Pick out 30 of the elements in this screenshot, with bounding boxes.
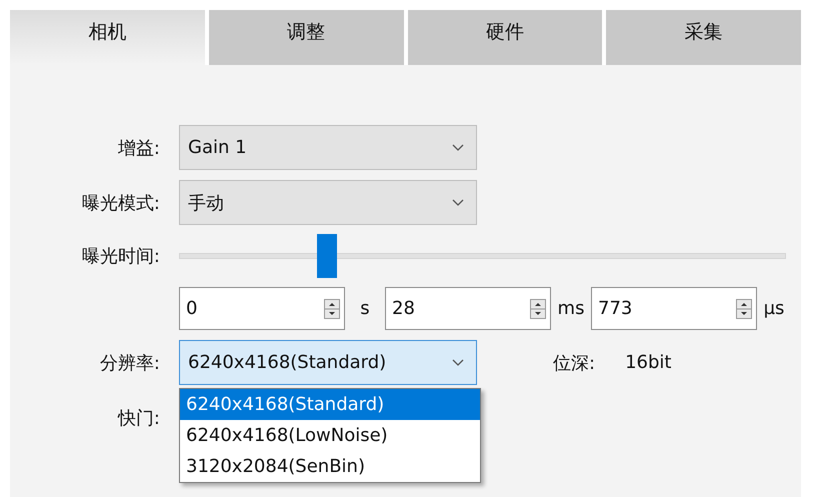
gain-dropdown[interactable]: Gain 1 bbox=[179, 125, 477, 170]
bit-depth-value: 16bit bbox=[625, 352, 672, 373]
spinner-icon[interactable] bbox=[530, 298, 546, 318]
tab[interactable]: 采集 bbox=[606, 10, 801, 65]
unit-label: ms bbox=[556, 298, 586, 319]
spinner-icon[interactable] bbox=[736, 298, 752, 318]
gain-label: 增益: bbox=[116, 136, 161, 160]
bit-depth-label: 位深: bbox=[553, 352, 596, 374]
exposure-mode-dropdown[interactable]: 手动 bbox=[179, 180, 477, 225]
exposure-time-label: 曝光时间: bbox=[80, 245, 161, 268]
tab[interactable]: 相机 bbox=[10, 10, 205, 65]
resolution-dropdown[interactable]: 6240x4168(Standard) bbox=[179, 340, 477, 385]
resolution-label: 分辨率: bbox=[98, 352, 161, 374]
chevron-icon bbox=[452, 359, 464, 366]
shutter-label: 快门: bbox=[116, 406, 161, 430]
dropdown-option[interactable]: 3120x2084(SenBin) bbox=[180, 451, 480, 482]
tab[interactable]: 调整 bbox=[208, 10, 404, 65]
number-field[interactable]: 773 bbox=[591, 287, 757, 330]
chevron-icon bbox=[452, 144, 464, 151]
unit-label: s bbox=[359, 298, 371, 319]
dropdown-option[interactable]: 6240x4168(Standard) bbox=[180, 389, 480, 420]
dropdown-option[interactable]: 6240x4168(LowNoise) bbox=[180, 420, 480, 451]
chevron-icon bbox=[452, 199, 464, 206]
exposure-slider[interactable] bbox=[179, 234, 786, 278]
number-field[interactable]: 0 bbox=[179, 287, 345, 330]
unit-label: µs bbox=[762, 298, 786, 319]
exposure-mode-label: 曝光模式: bbox=[80, 192, 161, 214]
tab[interactable]: 硬件 bbox=[408, 10, 602, 65]
number-field[interactable]: 28 bbox=[385, 287, 551, 330]
spinner-icon[interactable] bbox=[324, 298, 340, 318]
